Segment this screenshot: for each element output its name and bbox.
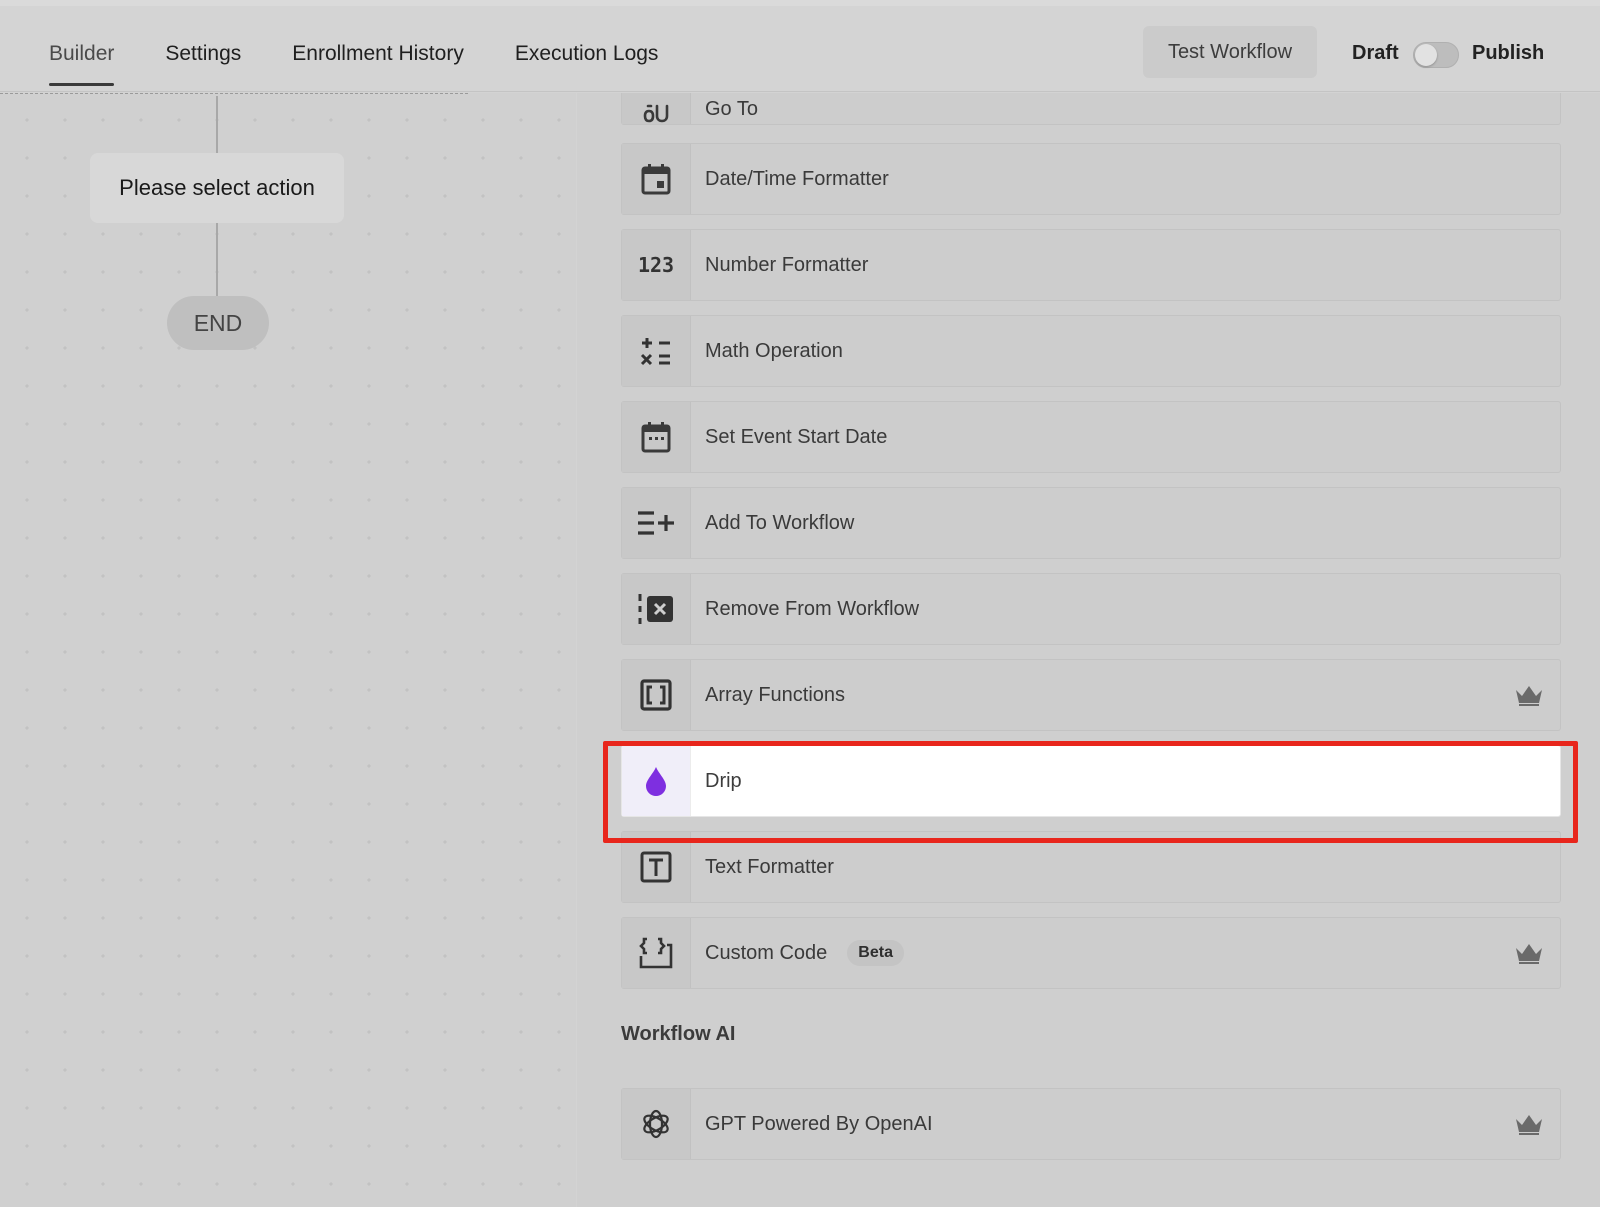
action-gpt-openai[interactable]: GPT Powered By OpenAI [621, 1088, 1561, 1160]
action-date-time-formatter[interactable]: Date/Time Formatter [621, 143, 1561, 215]
number-123-icon: 123 [622, 230, 691, 300]
action-label: Go To [705, 97, 758, 120]
publish-toggle[interactable] [1413, 42, 1459, 68]
remove-x-icon [622, 574, 691, 644]
action-label: Custom Code [705, 941, 828, 964]
calendar-dots-icon [622, 402, 691, 472]
crown-icon [1516, 686, 1542, 706]
action-math-operation[interactable]: Math Operation [621, 315, 1561, 387]
action-label: Remove From Workflow [705, 597, 920, 620]
draft-label: Draft [1352, 42, 1399, 64]
action-label: Text Formatter [705, 855, 834, 878]
go-to-icon [622, 93, 691, 124]
brackets-icon [622, 660, 691, 730]
tab-bar: Builder Settings Enrollment History Exec… [49, 42, 709, 86]
action-label: GPT Powered By OpenAI [705, 1112, 933, 1135]
test-workflow-button[interactable]: Test Workflow [1143, 26, 1317, 78]
calendar-icon [622, 144, 691, 214]
top-bar: Builder Settings Enrollment History Exec… [0, 0, 1600, 92]
code-braces-icon [622, 918, 691, 988]
connector-line [216, 223, 218, 296]
tab-builder[interactable]: Builder [49, 42, 115, 86]
end-node: END [167, 296, 269, 350]
crown-icon [1516, 944, 1542, 964]
math-operators-icon [622, 316, 691, 386]
action-label: Array Functions [705, 683, 846, 706]
action-array-functions[interactable]: Array Functions [621, 659, 1561, 731]
action-add-to-workflow[interactable]: Add To Workflow [621, 487, 1561, 559]
workflow-canvas[interactable] [0, 93, 576, 1207]
action-label: Set Event Start Date [705, 425, 888, 448]
canvas-divider [0, 93, 468, 94]
list-add-icon [622, 488, 691, 558]
action-set-event-start-date[interactable]: Set Event Start Date [621, 401, 1561, 473]
tab-execution-logs[interactable]: Execution Logs [515, 42, 659, 86]
action-list-panel[interactable]: Go To Date/Time Formatter 123 Number For… [577, 93, 1600, 1207]
publish-label: Publish [1472, 42, 1545, 64]
beta-badge: Beta [847, 940, 904, 966]
crown-icon [1516, 1115, 1542, 1135]
toggle-knob [1415, 44, 1437, 66]
action-label: Date/Time Formatter [705, 167, 889, 190]
action-number-formatter[interactable]: 123 Number Formatter [621, 229, 1561, 301]
action-go-to[interactable]: Go To [621, 93, 1561, 125]
section-workflow-ai-title: Workflow AI [621, 1023, 736, 1045]
select-action-node[interactable]: Please select action [90, 153, 344, 223]
openai-icon [622, 1089, 691, 1159]
action-label: Math Operation [705, 339, 843, 362]
connector-line [216, 96, 218, 153]
action-label: Number Formatter [705, 253, 869, 276]
action-remove-from-workflow[interactable]: Remove From Workflow [621, 573, 1561, 645]
highlight-box [603, 741, 1578, 843]
action-custom-code[interactable]: Custom Code Beta [621, 917, 1561, 989]
tab-settings[interactable]: Settings [165, 42, 241, 86]
action-label: Add To Workflow [705, 511, 855, 534]
tab-enrollment-history[interactable]: Enrollment History [292, 42, 464, 86]
